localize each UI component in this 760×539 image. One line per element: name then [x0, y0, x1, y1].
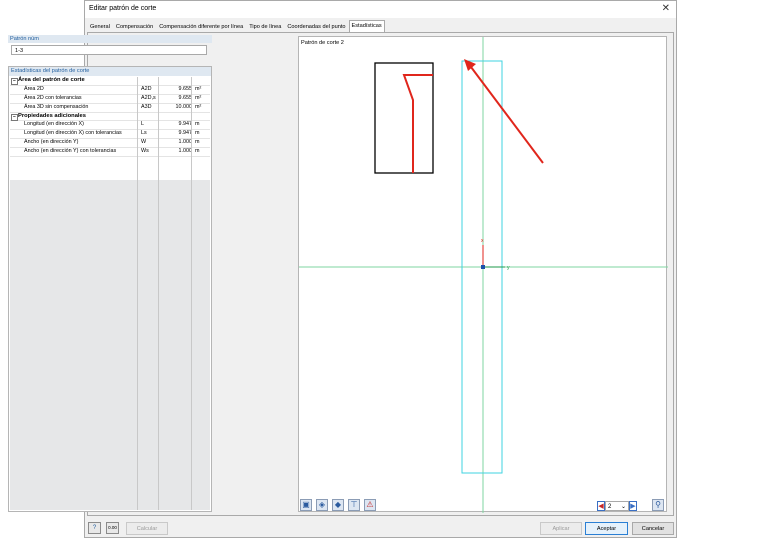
chevron-down-icon: ⌄ — [620, 504, 626, 510]
property-unit: m² — [195, 103, 202, 110]
statistics-grid: − Área del patrón de corte Área 2D A2D 9.655… — [10, 77, 210, 158]
view-surface-icon[interactable]: ◆ — [332, 499, 344, 511]
property-unit: m² — [195, 85, 202, 92]
view-front-icon[interactable]: ▣ — [300, 499, 312, 511]
property-symbol: Ws — [141, 148, 149, 155]
tab-strip: General Compensación Compensación diferent… — [87, 20, 385, 32]
tab-compensación[interactable]: Compensación — [113, 21, 156, 32]
view-iso-icon[interactable]: ◈ — [316, 499, 328, 511]
property-name: Longitud (en dirección X) — [24, 121, 84, 128]
tab-compensación-diferente-por-línea[interactable]: Compensación diferente por línea — [156, 21, 246, 32]
pattern-number-section: Patrón núm 1-3 — [8, 35, 212, 55]
collapse-icon[interactable]: − — [11, 113, 18, 121]
column-divider — [158, 77, 159, 180]
property-unit: m² — [195, 94, 202, 101]
zoom-fit-icon[interactable]: ⚲ — [652, 499, 664, 511]
pointer-arrow-line — [470, 66, 544, 164]
table-row[interactable]: Área 3D sin compensación A3D 10.000 m² — [10, 104, 210, 113]
apply-button[interactable]: Aplicar — [540, 522, 582, 535]
property-value: 9.655 — [178, 94, 193, 101]
column-divider — [191, 180, 192, 510]
statistics-title: Estadísticas del patrón de corte — [9, 67, 211, 76]
calculate-button[interactable]: Calcular — [126, 522, 168, 535]
property-unit: m — [195, 121, 200, 128]
y-axis-label: y — [507, 265, 510, 271]
pattern-drawing: x y — [299, 37, 668, 513]
property-symbol: Ls — [141, 130, 147, 137]
property-symbol: A3D — [141, 103, 152, 110]
pattern-canvas[interactable]: x y — [298, 36, 668, 513]
property-value: 9.947 — [178, 121, 193, 128]
pattern-selector-value: 2 — [608, 504, 612, 510]
property-symbol: A2D,s — [141, 94, 156, 101]
property-name: Longitud (en dirección X) con tolerancia… — [24, 130, 122, 137]
property-unit: m — [195, 130, 200, 137]
group-row[interactable]: − Propiedades adicionales — [10, 113, 210, 122]
property-name: Área 2D con tolerancias — [24, 94, 82, 101]
table-row[interactable]: Ancho (en dirección Y) con tolerancias Ws… — [10, 148, 210, 158]
tab-tipo-de-línea[interactable]: Tipo de línea — [246, 21, 284, 32]
window-title: Editar patrón de corte — [89, 5, 157, 12]
tab-estadísticas[interactable]: Estadísticas — [348, 20, 385, 32]
property-name: Área 2D — [24, 85, 44, 92]
property-unit: m — [195, 139, 200, 146]
tab-general[interactable]: General — [87, 21, 113, 32]
origin-marker — [481, 265, 485, 269]
table-row[interactable]: Longitud (en dirección X) con tolerancia… — [10, 130, 210, 140]
pattern-selector[interactable]: 2 ⌄ — [605, 501, 629, 511]
pattern-number-field[interactable]: 1-3 — [11, 45, 207, 55]
property-name: Ancho (en dirección Y) con tolerancias — [24, 148, 117, 155]
detail-inset — [374, 62, 434, 174]
previous-pattern-button[interactable]: ◀ — [597, 501, 605, 511]
property-value: 1.000 — [178, 139, 193, 146]
statistics-table: Estadísticas del patrón de corte − Área d… — [8, 66, 212, 512]
column-divider — [137, 180, 138, 510]
table-row[interactable]: Ancho (en dirección Y) W 1.000 m — [10, 139, 210, 149]
property-symbol: A2D — [141, 85, 152, 92]
property-name: Ancho (en dirección Y) — [24, 139, 79, 146]
property-symbol: W — [141, 139, 147, 146]
property-name: Área 3D sin compensación — [24, 103, 89, 110]
table-row[interactable]: Área 2D A2D 9.655 m² — [10, 86, 210, 95]
units-button[interactable]: 0.00 — [106, 522, 119, 534]
property-value: 9.947 — [178, 130, 193, 137]
group-row[interactable]: − Área del patrón de corte — [10, 77, 210, 86]
help-button[interactable]: ? — [88, 522, 101, 534]
property-value: 10.000 — [175, 103, 193, 110]
property-symbol: L — [141, 121, 144, 128]
table-row[interactable]: Área 2D con tolerancias A2D,s 9.655 m² — [10, 95, 210, 104]
group-label: Área del patrón de corte — [18, 77, 85, 83]
column-divider — [158, 180, 159, 510]
property-value: 1.000 — [178, 148, 193, 155]
title-bar: Editar patrón de corte ✕ — [85, 1, 676, 18]
group-label: Propiedades adicionales — [18, 112, 86, 119]
cancel-button[interactable]: Cancelar — [632, 522, 674, 535]
table-row[interactable]: Longitud (en dirección X) L 9.947 m — [10, 121, 210, 131]
x-axis-label: x — [481, 238, 484, 244]
column-divider — [137, 77, 138, 180]
close-icon[interactable]: ✕ — [662, 3, 670, 14]
dimension-icon[interactable]: ⊤ — [348, 499, 360, 511]
pattern-number-label: Patrón núm — [8, 35, 212, 43]
collapse-icon[interactable]: − — [11, 78, 18, 85]
property-unit: m — [195, 148, 200, 155]
accept-button[interactable]: Aceptar — [585, 522, 628, 535]
next-pattern-button[interactable]: ▶ — [629, 501, 637, 511]
warning-icon[interactable]: ⚠ — [364, 499, 376, 511]
canvas-title: Patrón de corte 2 — [301, 40, 344, 46]
pattern-stepper: ◀ 2 ⌄ ▶ — [597, 501, 639, 511]
statistics-empty-area — [10, 180, 210, 510]
tab-coordenadas-del-punto[interactable]: Coordenadas del punto — [284, 21, 348, 32]
property-value: 9.655 — [178, 85, 193, 92]
column-divider — [191, 77, 192, 180]
